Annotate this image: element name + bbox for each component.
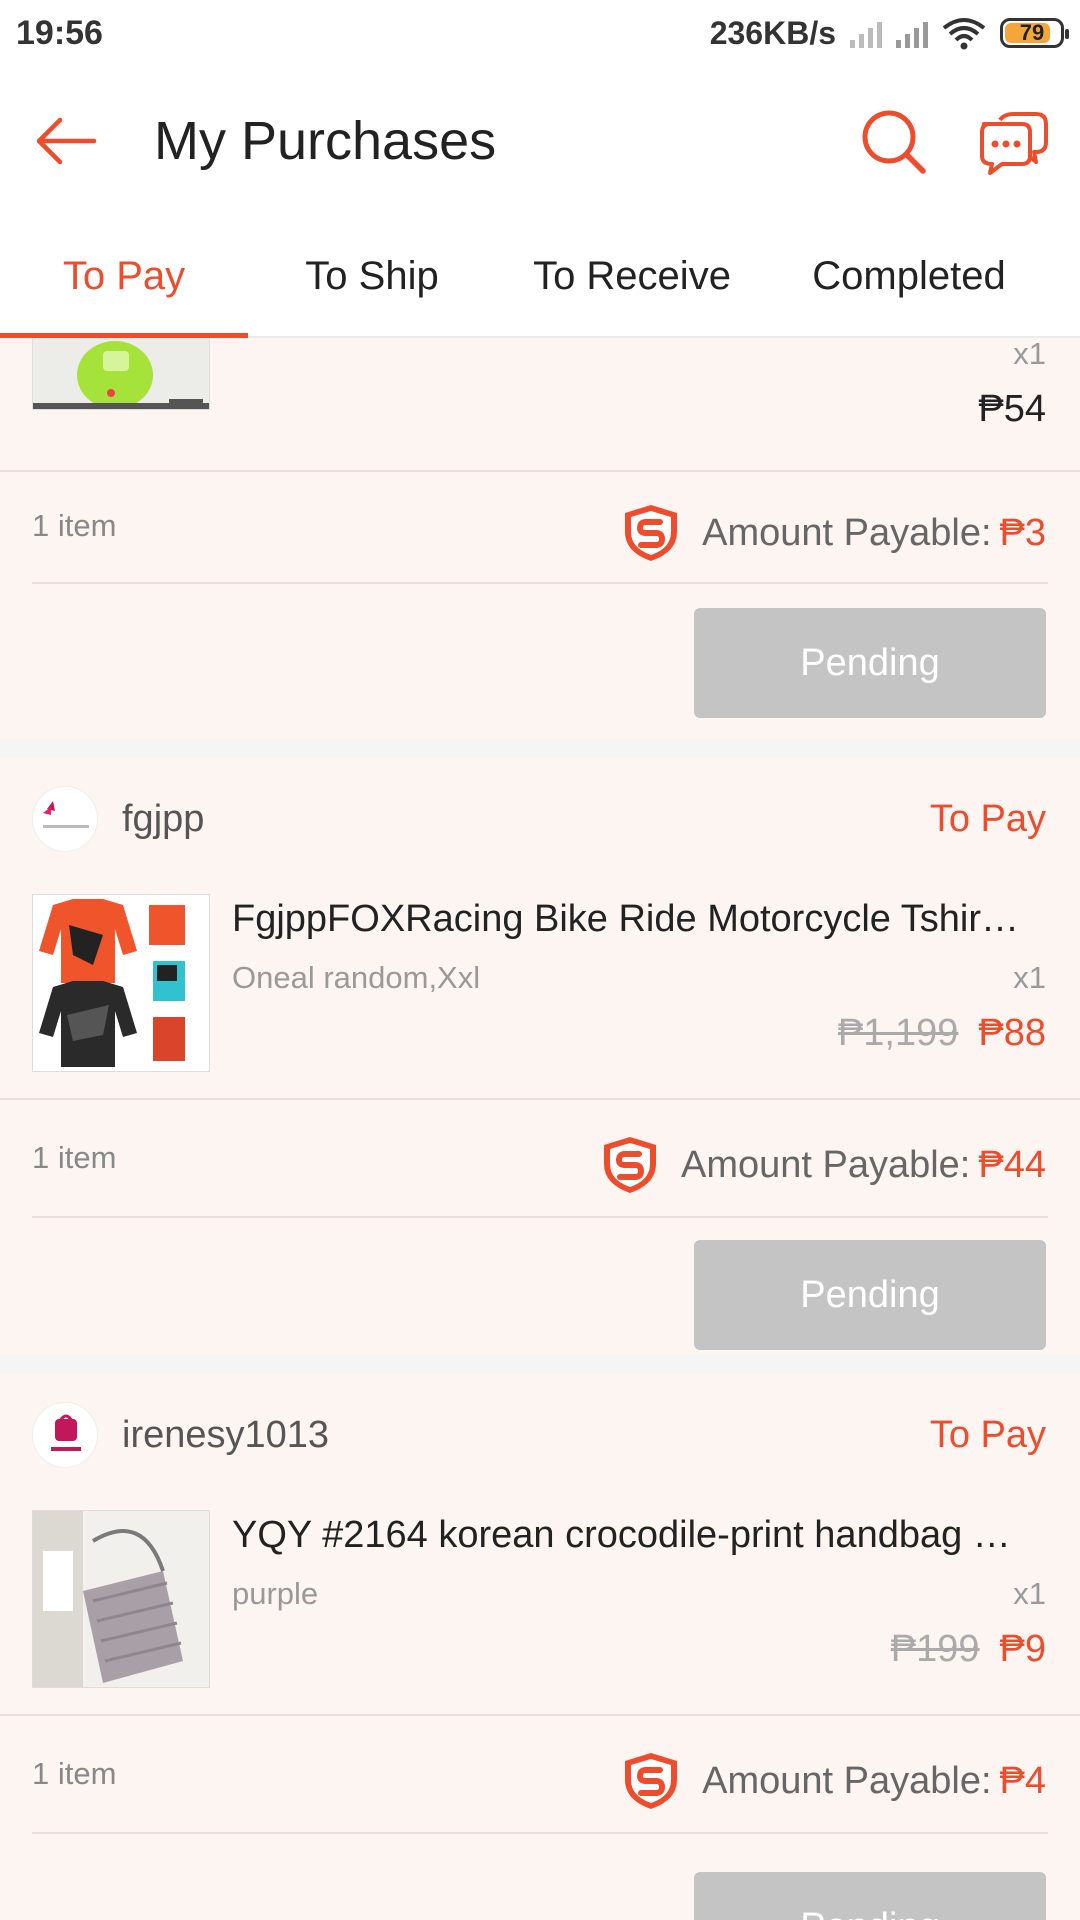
amount-label: Amount Payable: [680,1143,971,1186]
signal-2-icon [896,18,928,48]
search-icon[interactable] [860,108,928,176]
order-tabs: To Pay To Ship To Receive Completed [0,216,1080,338]
shopee-guarantee-shield-icon [625,505,678,561]
perfume-image [33,338,209,409]
status-time: 19:56 [16,13,103,52]
battery-level: 79 [1019,20,1045,45]
pending-button[interactable]: Pending [694,608,1046,718]
amount-label: Amount Payable: [702,511,992,554]
tab-to-receive[interactable]: To Receive [496,216,768,336]
quantity: x1 [1013,960,1046,995]
item-count: 1 item [32,1756,117,1791]
shopee-guarantee-shield-icon [625,1753,678,1809]
quantity: x1 [1013,338,1046,371]
original-price: ₱1,199 [837,1012,959,1054]
orders-list[interactable]: x1 ₱54 1 item Amount Payable: ₱3 Pending [0,338,1080,1920]
product-name[interactable]: FgjppFOXRacing Bike Ride Motorcycle Tshi… [232,898,1022,941]
order-summary: 1 item Amount Payable: ₱4 [0,1720,1080,1830]
amount-payable: Amount Payable: ₱4 [620,1750,1046,1812]
tab-to-ship[interactable]: To Ship [248,216,496,336]
order-status: To Pay [929,1414,1046,1456]
pending-button[interactable]: Pending [694,1872,1046,1920]
product-thumbnail[interactable] [32,894,210,1072]
shop-header[interactable]: irenesy1013 To Pay [0,1374,1080,1510]
price: ₱1,199 ₱88 [838,1012,1046,1055]
shopee-guarantee-shield-icon [603,1137,656,1193]
order-card: irenesy1013 To Pay YQY #2164 korean croc… [0,1374,1080,1920]
amount-value: ₱3 [999,511,1046,554]
pending-button[interactable]: Pending [694,1240,1046,1350]
status-icons: 236KB/s 79 [709,14,1069,52]
price-value: ₱54 [978,388,1046,430]
order-summary: 1 item Amount Payable: ₱44 [0,1104,1080,1214]
product-thumbnail[interactable] [32,1510,210,1688]
wifi-icon [942,18,986,50]
shop-header[interactable]: fgjpp To Pay [0,758,1080,894]
shop-name: fgjpp [122,798,205,840]
price: ₱54 [978,388,1046,431]
price: ₱199 ₱9 [891,1628,1046,1671]
order-status: To Pay [929,798,1046,840]
original-price: ₱199 [890,1628,980,1670]
divider [32,1832,1048,1834]
signal-1-icon [850,18,882,48]
shop-logo [32,786,98,852]
tab-completed[interactable]: Completed [768,216,1050,336]
shop-name: irenesy1013 [122,1414,330,1456]
amount-payable: Amount Payable: ₱44 [599,1134,1046,1196]
product-name[interactable]: YQY #2164 korean crocodile-print handbag… [232,1514,1022,1557]
status-bar: 19:56 236KB/s 79 [0,0,1080,66]
amount-value: ₱44 [978,1143,1046,1186]
discounted-price: ₱9 [999,1628,1046,1670]
order-card: x1 ₱54 1 item Amount Payable: ₱3 Pending [0,338,1080,738]
divider [32,582,1048,584]
divider [0,1714,1080,1716]
network-speed: 236KB/s [709,14,836,51]
product-variant: purple [232,1576,319,1611]
divider [32,1216,1048,1218]
page-title: My Purchases [154,111,497,171]
handbag-image [33,1511,209,1687]
amount-payable: Amount Payable: ₱3 [620,502,1046,564]
order-summary: 1 item Amount Payable: ₱3 [0,472,1080,582]
product-variant: Oneal random,Xxl [232,960,481,995]
divider [0,1098,1080,1100]
amount-label: Amount Payable: [702,1759,992,1802]
order-card: fgjpp To Pay FgjppFOXRacing Bike Ride Mo… [0,758,1080,1354]
back-arrow-icon[interactable] [34,116,98,166]
discounted-price: ₱88 [978,1012,1046,1054]
item-count: 1 item [32,508,117,543]
item-count: 1 item [32,1140,117,1175]
amount-value: ₱4 [999,1759,1046,1802]
jersey-image [33,895,209,1071]
tab-to-pay[interactable]: To Pay [0,216,248,336]
product-thumbnail[interactable] [32,338,210,410]
chat-icon[interactable] [978,110,1050,176]
battery-icon: 79 [1000,18,1069,48]
app-header: My Purchases [0,66,1080,216]
quantity: x1 [1013,1576,1046,1611]
shop-logo [32,1402,98,1468]
